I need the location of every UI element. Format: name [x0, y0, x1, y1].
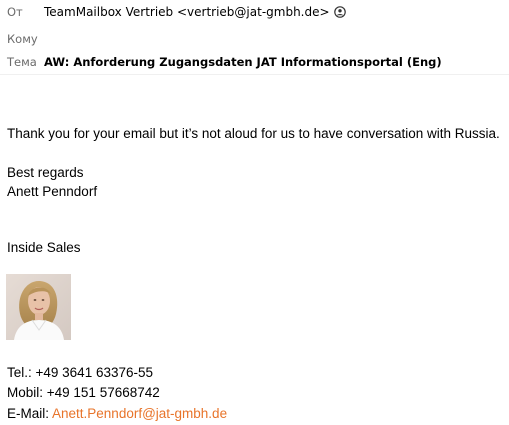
tel-line: Tel.: +49 3641 63376-55: [7, 363, 153, 383]
email-link[interactable]: Anett.Penndorf@jat-gmbh.de: [52, 406, 227, 421]
subject-label: Тема: [7, 55, 37, 69]
greeting-text: Best regards: [7, 165, 84, 180]
mobil-line: Mobil: +49 151 57668742: [7, 383, 160, 403]
email-line: E-Mail: Anett.Penndorf@jat-gmbh.de: [7, 404, 227, 424]
to-row: Кому: [0, 27, 509, 51]
tel-value: +49 3641 63376-55: [35, 365, 154, 380]
tel-label: Tel.:: [7, 365, 36, 380]
from-sender[interactable]: TeamMailbox Vertrieb <vertrieb@jat-gmbh.…: [44, 5, 346, 19]
from-value[interactable]: TeamMailbox Vertrieb <vertrieb@jat-gmbh.…: [44, 5, 330, 19]
to-field[interactable]: [44, 29, 306, 49]
header-divider: [0, 74, 509, 75]
message-text: Thank you for your email but it’s not al…: [7, 126, 500, 141]
department-text: Inside Sales: [7, 240, 81, 255]
mobil-value: +49 151 57668742: [46, 385, 160, 400]
to-label: Кому: [7, 32, 38, 46]
portrait-photo: [6, 274, 71, 340]
from-label: От: [7, 5, 23, 19]
contact-card-icon[interactable]: [333, 6, 346, 18]
email-label: E-Mail:: [7, 406, 53, 421]
from-row: От TeamMailbox Vertrieb <vertrieb@jat-gm…: [0, 0, 509, 24]
subject-value: AW: Anforderung Zugangsdaten JAT Informa…: [44, 55, 442, 69]
sender-name: Anett Penndorf: [7, 184, 98, 199]
mobil-label: Mobil:: [7, 385, 47, 400]
subject-row: Тема AW: Anforderung Zugangsdaten JAT In…: [0, 50, 509, 74]
